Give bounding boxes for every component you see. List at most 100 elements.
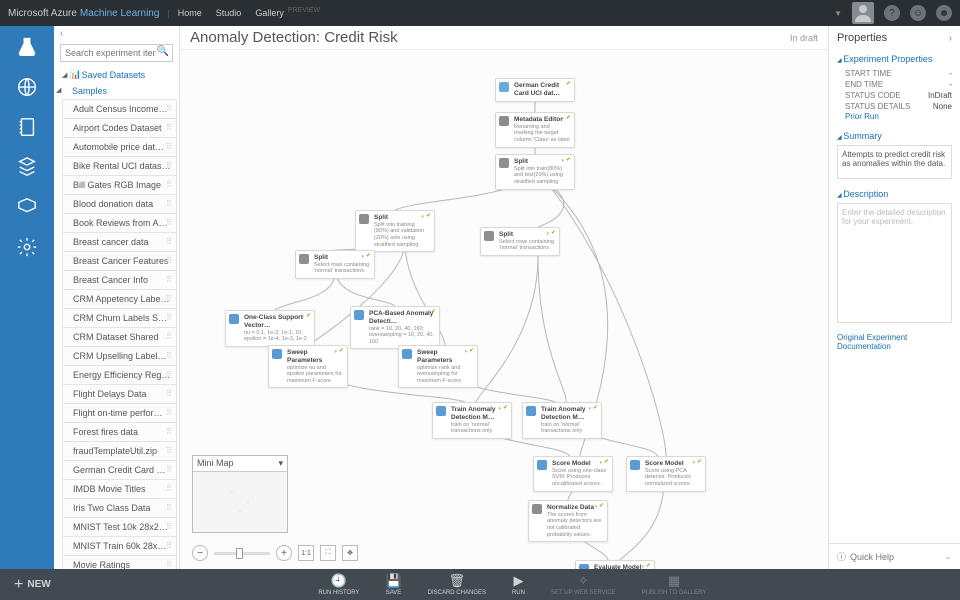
action-run[interactable]: ▶RUN	[512, 573, 525, 596]
module-score-2[interactable]: ✔▾Score ModelScore using PCA detector. P…	[626, 456, 706, 492]
module-pca[interactable]: ✔▾PCA-Based Anomaly Detecti…rank = 10, 2…	[350, 306, 440, 349]
documentation-link[interactable]: Original Experiment Documentation	[829, 329, 960, 355]
notebooks-icon[interactable]	[14, 114, 40, 140]
module-train-1[interactable]: ✔▾Train Anomaly Detection M…train on 'no…	[432, 402, 512, 439]
property-row: END TIME-	[837, 79, 952, 90]
summary-text[interactable]: Attempts to predict credit risk as anoma…	[837, 145, 952, 179]
zoom-in-button[interactable]: +	[276, 545, 292, 561]
top-nav-bar: Microsoft AzureMachine Learning | Home S…	[0, 0, 960, 26]
nav-gallery[interactable]: Gallery	[255, 8, 284, 18]
preview-badge: PREVIEW	[288, 7, 320, 14]
module-dataset[interactable]: ✔German Credit Card UCI dat…	[495, 78, 575, 102]
dataset-item[interactable]: Airport Codes Dataset	[62, 119, 177, 138]
zoom-out-button[interactable]: −	[192, 545, 208, 561]
dataset-item[interactable]: Iris Two Class Data	[62, 499, 177, 518]
experiment-title[interactable]: Anomaly Detection: Credit Risk	[190, 29, 398, 46]
module-evaluate[interactable]: ✔▾Evaluate ModelCompare 'one-class SVM' …	[575, 560, 655, 569]
property-row: STATUS DETAILSNone	[837, 101, 952, 112]
dataset-item[interactable]: IMDB Movie Titles	[62, 480, 177, 499]
experiments-icon[interactable]	[14, 34, 40, 60]
section-description[interactable]: Description	[837, 189, 952, 199]
ml-icon	[537, 460, 547, 470]
account-dropdown-icon[interactable]: ▼	[834, 9, 842, 18]
experiment-canvas[interactable]: ✔German Credit Card UCI dat… ✔▾Metadata …	[180, 50, 828, 569]
module-split-main[interactable]: ✔▾SplitSplit into train(80%) and test(20…	[495, 154, 575, 190]
chevron-down-icon: ⌄	[944, 551, 952, 562]
dataset-item[interactable]: Breast cancer data	[62, 233, 177, 252]
zoom-fit-button[interactable]: ⛶	[320, 545, 336, 561]
dataset-item[interactable]: Flight Delays Data	[62, 385, 177, 404]
dataset-icon	[499, 82, 509, 92]
dataset-item[interactable]: German Credit Card …	[62, 461, 177, 480]
web-services-icon[interactable]	[14, 74, 40, 100]
dataset-item[interactable]: Bill Gates RGB Image	[62, 176, 177, 195]
datasets-icon[interactable]	[14, 154, 40, 180]
zoom-actual-button[interactable]: 1:1	[298, 545, 314, 561]
action-save[interactable]: 💾SAVE	[385, 573, 401, 596]
dataset-item[interactable]: Forest fires data	[62, 423, 177, 442]
tree-saved-datasets[interactable]: ◢📊 Saved Datasets	[54, 66, 179, 83]
dataset-item[interactable]: CRM Churn Labels Sh…	[62, 309, 177, 328]
help-icon[interactable]: ?	[884, 5, 900, 21]
trained-models-icon[interactable]	[14, 194, 40, 220]
new-button[interactable]: +NEW	[0, 576, 65, 594]
nav-studio[interactable]: Studio	[216, 8, 242, 18]
pan-button[interactable]: ✥	[342, 545, 358, 561]
module-sweep-2[interactable]: ✔▾Sweep Parametersoptimize rank and over…	[398, 345, 478, 388]
section-experiment-properties[interactable]: Experiment Properties	[837, 54, 952, 64]
minimap[interactable]: Mini Map▾	[192, 455, 288, 533]
dataset-item[interactable]: fraudTemplateUtil.zip	[62, 442, 177, 461]
module-icon	[484, 231, 494, 241]
dataset-item[interactable]: MNIST Test 10k 28x2…	[62, 518, 177, 537]
prior-run-link[interactable]: Prior Run	[837, 112, 952, 121]
property-row: START TIME-	[837, 68, 952, 79]
action-set-up-web-service: ✧SET UP WEB SERVICE	[551, 573, 616, 596]
collapse-properties-icon[interactable]: ›	[949, 33, 952, 44]
action-run-history[interactable]: 🕘RUN HISTORY	[318, 573, 359, 596]
module-score-1[interactable]: ✔▾Score ModelScore using one-class SVM. …	[533, 456, 613, 492]
search-icon[interactable]: 🔍	[157, 46, 169, 57]
ml-icon	[402, 349, 412, 359]
ml-icon	[354, 310, 364, 320]
feedback-icon[interactable]: ☺	[910, 5, 926, 21]
settings-icon[interactable]	[14, 234, 40, 260]
dataset-item[interactable]: CRM Upselling Label…	[62, 347, 177, 366]
dataset-item[interactable]: Book Reviews from A…	[62, 214, 177, 233]
module-split-normal-1[interactable]: ✔▾SplitSelect rows containing 'normal' t…	[295, 250, 375, 279]
palette-tree[interactable]: ◢📊 Saved Datasets ◢Samples Adult Census …	[54, 66, 179, 569]
dataset-item[interactable]: Adult Census Income…	[62, 99, 177, 119]
brand: Microsoft AzureMachine Learning	[8, 8, 159, 19]
dataset-item[interactable]: Flight on-time perfor…	[62, 404, 177, 423]
dataset-item[interactable]: Bike Rental UCI datas…	[62, 157, 177, 176]
dataset-item[interactable]: Blood donation data	[62, 195, 177, 214]
smiley-icon[interactable]: ☻	[936, 5, 952, 21]
module-normalize[interactable]: ✔▾Normalize DataThe scores from anomaly …	[528, 500, 608, 542]
module-train-2[interactable]: ✔▾Train Anomaly Detection M…train on 'no…	[522, 402, 602, 439]
section-summary[interactable]: Summary	[837, 131, 952, 141]
dataset-item[interactable]: CRM Appetency Labe…	[62, 290, 177, 309]
dataset-item[interactable]: MNIST Train 60k 28x…	[62, 537, 177, 556]
action-discard-changes[interactable]: 🗑DISCARD CHANGES	[428, 573, 486, 596]
module-metadata-editor[interactable]: ✔▾Metadata EditorRenaming and marking th…	[495, 112, 575, 148]
dataset-item[interactable]: Breast Cancer Features	[62, 252, 177, 271]
dataset-item[interactable]: Automobile price dat…	[62, 138, 177, 157]
zoom-slider[interactable]	[214, 552, 270, 555]
module-icon	[532, 504, 542, 514]
collapse-palette-icon[interactable]: ‹	[54, 26, 179, 41]
left-icon-rail	[0, 26, 54, 569]
canvas-area: Anomaly Detection: Credit Risk In draft	[180, 26, 828, 569]
quick-help[interactable]: ⓘQuick Help⌄	[829, 543, 960, 569]
dataset-item[interactable]: CRM Dataset Shared	[62, 328, 177, 347]
module-split-train[interactable]: ✔▾SplitSplit into training (80%) and val…	[355, 210, 435, 252]
avatar[interactable]	[852, 2, 874, 24]
nav-home[interactable]: Home	[178, 8, 202, 18]
tree-samples[interactable]: ◢Samples	[54, 83, 179, 99]
minimap-collapse-icon[interactable]: ▾	[278, 458, 283, 469]
description-input[interactable]: Enter the detailed description for your …	[837, 203, 952, 323]
module-ocsvm[interactable]: ✔▾One-Class Support Vector…nu = 0.1, 1e-…	[225, 310, 315, 347]
dataset-item[interactable]: Movie Ratings	[62, 556, 177, 569]
dataset-item[interactable]: Energy Efficiency Reg…	[62, 366, 177, 385]
module-split-normal-2[interactable]: ✔▾SplitSelect rows containing 'normal' t…	[480, 227, 560, 256]
dataset-item[interactable]: Breast Cancer Info	[62, 271, 177, 290]
module-sweep-1[interactable]: ✔▾Sweep Parametersoptimize nu and epsilo…	[268, 345, 348, 388]
